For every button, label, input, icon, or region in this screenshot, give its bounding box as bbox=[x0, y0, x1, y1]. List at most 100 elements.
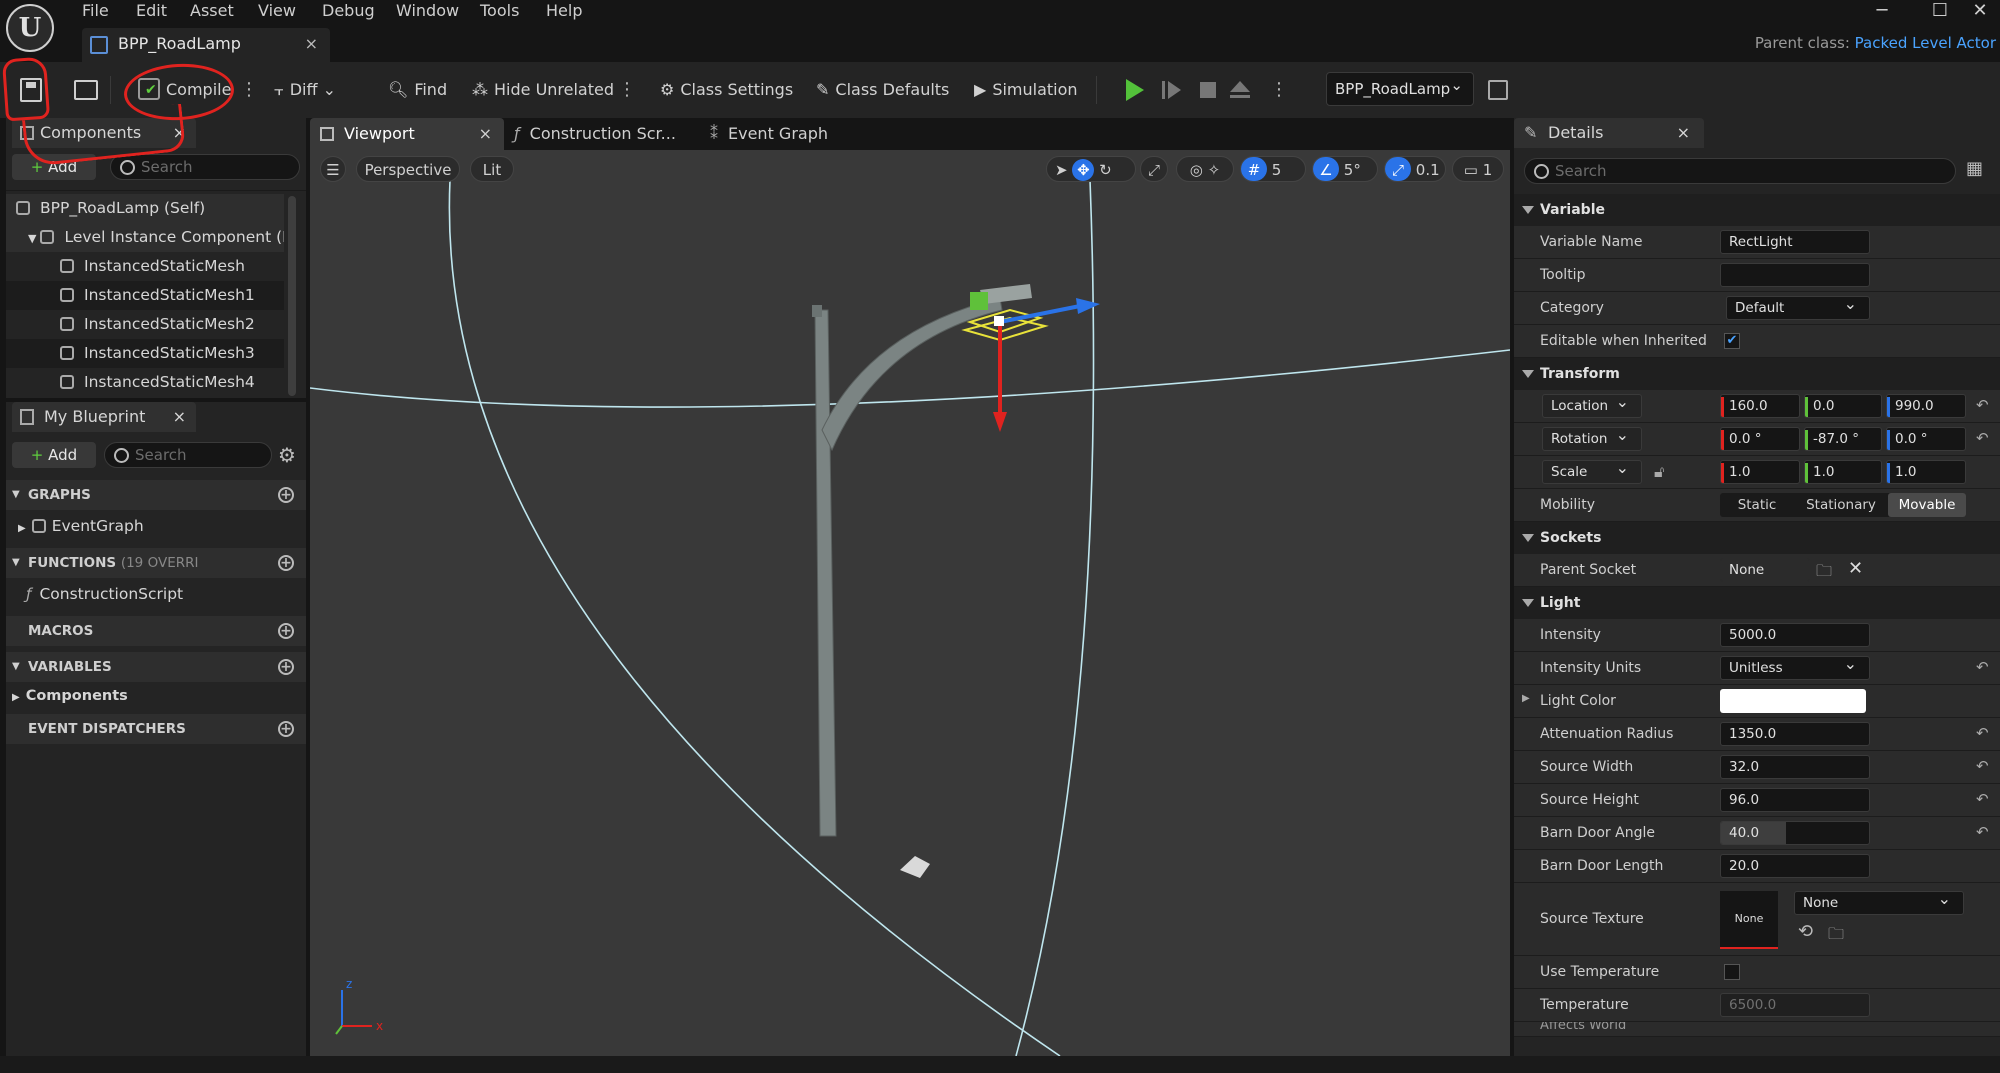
unreal-logo-icon[interactable]: U bbox=[6, 4, 54, 52]
section-light[interactable]: Light bbox=[1514, 587, 2000, 619]
viewport-menu-button[interactable]: ☰ bbox=[320, 156, 346, 182]
location-z-input[interactable]: 990.0 bbox=[1886, 394, 1966, 418]
close-tab-icon[interactable]: × bbox=[1677, 118, 1690, 148]
perspective-button[interactable]: Perspective bbox=[356, 156, 460, 182]
details-search-input[interactable]: Search bbox=[1524, 158, 1956, 184]
browse-socket-icon[interactable]: 🗀 bbox=[1816, 560, 1832, 587]
location-y-input[interactable]: 0.0 bbox=[1804, 394, 1882, 418]
asset-tab[interactable]: BPP_RoadLamp × bbox=[82, 28, 330, 62]
expand-arrow-icon[interactable]: ▶ bbox=[1522, 693, 1530, 704]
rotate-icon[interactable]: ↻ bbox=[1099, 161, 1112, 179]
reset-intensity-units-icon[interactable]: ↶ bbox=[1976, 658, 1989, 676]
tree-item-ism2[interactable]: InstancedStaticMesh2 bbox=[6, 310, 284, 339]
maximize-button[interactable]: ☐ bbox=[1920, 0, 1960, 24]
step-icon[interactable] bbox=[1160, 77, 1186, 103]
source-width-input[interactable]: 32.0 bbox=[1720, 755, 1870, 779]
gizmo-center[interactable] bbox=[994, 316, 1004, 326]
gizmo-z-arrow[interactable] bbox=[993, 412, 1007, 432]
tree-item-level-instance[interactable]: ▼ Level Instance Component (Ro bbox=[6, 223, 284, 252]
variables-header[interactable]: ▼ VARIABLES + bbox=[6, 652, 306, 682]
add-function-icon[interactable]: + bbox=[278, 555, 294, 571]
gizmo-x-axis[interactable] bbox=[999, 304, 1081, 324]
barn-door-length-input[interactable]: 20.0 bbox=[1720, 854, 1870, 878]
scrollbar[interactable] bbox=[288, 196, 296, 396]
tree-item-ism1[interactable]: InstancedStaticMesh1 bbox=[6, 281, 284, 310]
use-temperature-checkbox[interactable] bbox=[1724, 964, 1740, 980]
close-tab-icon[interactable]: × bbox=[479, 118, 492, 150]
hide-unrelated-options-icon[interactable]: ⋮ bbox=[618, 76, 636, 104]
attenuation-radius-input[interactable]: 1350.0 bbox=[1720, 722, 1870, 746]
tree-item-ism3[interactable]: InstancedStaticMesh3 bbox=[6, 339, 284, 368]
section-sockets[interactable]: Sockets bbox=[1514, 522, 2000, 554]
source-texture-thumbnail[interactable]: None bbox=[1720, 891, 1778, 949]
find-button[interactable]: 🔍︎ Find bbox=[388, 76, 447, 104]
construction-script-item[interactable]: ƒ ConstructionScript bbox=[6, 580, 306, 609]
scale-mode-select[interactable]: Scale bbox=[1542, 460, 1642, 484]
reset-attenuation-icon[interactable]: ↶ bbox=[1976, 724, 1989, 742]
source-texture-select[interactable]: None bbox=[1794, 891, 1964, 915]
menu-file[interactable]: File bbox=[82, 0, 109, 24]
macros-header[interactable]: MACROS + bbox=[6, 616, 306, 646]
rotation-y-input[interactable]: -87.0 ° bbox=[1804, 427, 1882, 451]
section-transform[interactable]: Transform bbox=[1514, 358, 2000, 390]
tree-item-self[interactable]: BPP_RoadLamp (Self) bbox=[6, 194, 284, 223]
angle-snap-button[interactable]: ∠ 5° bbox=[1312, 156, 1378, 182]
source-height-input[interactable]: 96.0 bbox=[1720, 788, 1870, 812]
gizmo-y-handle[interactable] bbox=[970, 292, 988, 310]
tree-item-ism4[interactable]: InstancedStaticMesh4 bbox=[6, 368, 284, 397]
lit-button[interactable]: Lit bbox=[470, 156, 514, 182]
details-tab[interactable]: ✎ Details × bbox=[1514, 118, 1704, 148]
gear-icon[interactable]: ⚙ bbox=[278, 442, 296, 468]
my-blueprint-tab[interactable]: My Blueprint × bbox=[12, 402, 196, 432]
event-graph-item[interactable]: ▶ EventGraph bbox=[6, 512, 306, 541]
mobility-stationary[interactable]: Stationary bbox=[1794, 493, 1888, 517]
coordinate-space-buttons[interactable]: ◎ ✧ bbox=[1176, 156, 1234, 182]
section-variable[interactable]: Variable bbox=[1514, 194, 2000, 226]
parent-class-link[interactable]: Packed Level Actor bbox=[1855, 34, 1996, 52]
reset-source-height-icon[interactable]: ↶ bbox=[1976, 790, 1989, 808]
reset-barn-door-angle-icon[interactable]: ↶ bbox=[1976, 823, 1989, 841]
location-mode-select[interactable]: Location bbox=[1542, 394, 1642, 418]
select-icon[interactable]: ➤ bbox=[1055, 161, 1068, 179]
event-dispatchers-header[interactable]: EVENT DISPATCHERS + bbox=[6, 714, 306, 744]
editable-inherited-checkbox[interactable]: ✔ bbox=[1724, 333, 1740, 349]
translate-icon[interactable]: ✥ bbox=[1072, 159, 1095, 181]
add-dispatcher-icon[interactable]: + bbox=[278, 721, 294, 737]
add-member-button[interactable]: + Add bbox=[12, 442, 96, 468]
functions-header[interactable]: ▼ FUNCTIONS (19 OVERRI + bbox=[6, 548, 306, 578]
menu-window[interactable]: Window bbox=[396, 0, 459, 24]
light-color-swatch[interactable] bbox=[1720, 689, 1866, 713]
add-variable-icon[interactable]: + bbox=[278, 659, 294, 675]
menu-asset[interactable]: Asset bbox=[190, 0, 234, 24]
components-category[interactable]: ▶ Components bbox=[6, 682, 306, 711]
gizmo-x-arrow[interactable] bbox=[1076, 298, 1100, 314]
debug-object-select[interactable]: BPP_RoadLamp ⌄ bbox=[1326, 72, 1474, 106]
my-blueprint-search-input[interactable]: Search bbox=[104, 442, 272, 468]
reset-location-icon[interactable]: ↶ bbox=[1976, 396, 1989, 414]
close-tab-icon[interactable]: × bbox=[305, 34, 318, 53]
menu-edit[interactable]: Edit bbox=[136, 0, 167, 24]
scale-tool-icon[interactable]: ⤢ bbox=[1140, 156, 1168, 182]
property-matrix-icon[interactable]: ▦ bbox=[1966, 158, 1983, 179]
browse-debug-object-icon[interactable] bbox=[1488, 80, 1508, 100]
rotation-z-input[interactable]: 0.0 ° bbox=[1886, 427, 1966, 451]
barn-door-angle-slider[interactable]: 40.0 bbox=[1720, 821, 1870, 845]
menu-tools[interactable]: Tools bbox=[480, 0, 519, 24]
variable-name-input[interactable]: RectLight bbox=[1720, 230, 1870, 254]
lock-icon[interactable]: 🔓︎ bbox=[1654, 462, 1664, 482]
mobility-static[interactable]: Static bbox=[1720, 493, 1794, 517]
browse-folder-icon[interactable] bbox=[74, 80, 98, 100]
intensity-units-select[interactable]: Unitless bbox=[1720, 656, 1870, 680]
play-options-icon[interactable]: ⋮ bbox=[1270, 76, 1288, 104]
menu-help[interactable]: Help bbox=[546, 0, 582, 24]
tab-viewport[interactable]: Viewport × bbox=[310, 118, 504, 150]
minimize-button[interactable]: ─ bbox=[1862, 0, 1902, 24]
transform-tools[interactable]: ➤ ✥ ↻ bbox=[1046, 156, 1136, 182]
tooltip-input[interactable] bbox=[1720, 263, 1870, 287]
grid-snap-button[interactable]: # 5 bbox=[1240, 156, 1306, 182]
hide-unrelated-button[interactable]: ⁂ Hide Unrelated bbox=[472, 76, 614, 104]
compile-options-icon[interactable]: ⋮ bbox=[240, 76, 258, 104]
add-graph-icon[interactable]: + bbox=[278, 487, 294, 503]
scale-y-input[interactable]: 1.0 bbox=[1804, 460, 1882, 484]
scale-snap-button[interactable]: ⤢ 0.1 bbox=[1384, 156, 1446, 182]
